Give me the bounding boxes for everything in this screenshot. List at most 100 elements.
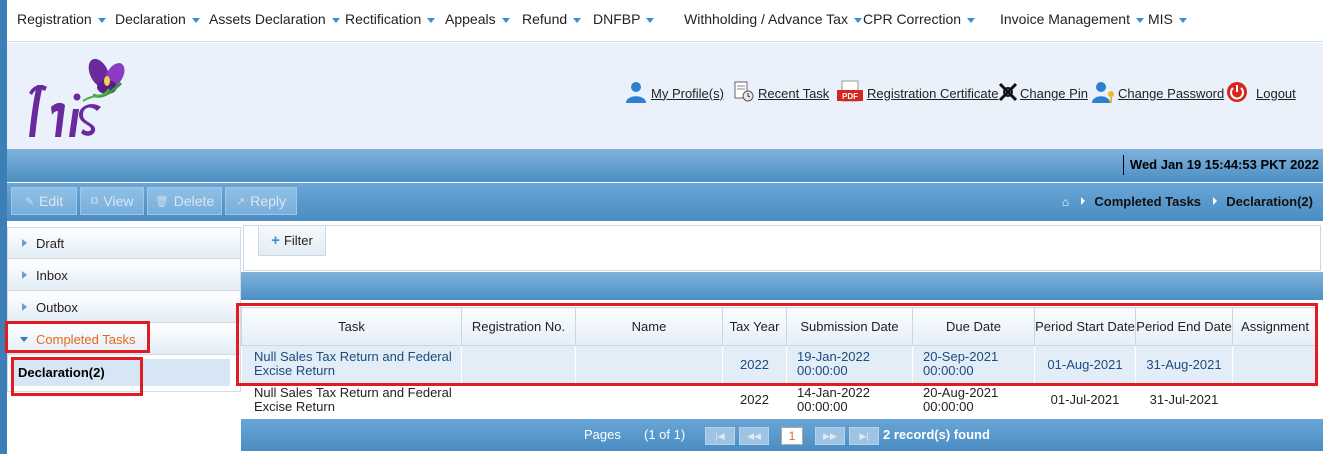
nav-declaration[interactable]: Declaration [115, 11, 200, 27]
delete-label: Delete [173, 193, 215, 209]
nav-label: MIS [1148, 11, 1173, 27]
sidebar-item-outbox[interactable]: Outbox [8, 292, 240, 323]
cell-assignment [1232, 345, 1318, 383]
plus-icon: + [271, 232, 280, 249]
chevron-down-icon [853, 17, 862, 23]
top-navigation: Registration Declaration Assets Declarat… [7, 0, 1323, 42]
change-pin-link[interactable]: Change Pin [997, 79, 1088, 107]
column-header-period-end[interactable]: Period End Date [1135, 307, 1233, 346]
nav-rectification[interactable]: Rectification [345, 11, 436, 27]
submission-date: 19-Jan-2022 [797, 349, 870, 365]
nav-label: Withholding / Advance Tax [684, 11, 848, 27]
home-icon[interactable]: ⌂ [1062, 195, 1069, 209]
column-header-submission-date[interactable]: Submission Date [786, 307, 913, 346]
cell-name [575, 345, 723, 383]
cell-assignment [1232, 382, 1318, 417]
iris-logo[interactable] [23, 53, 133, 143]
column-header-registration-no[interactable]: Registration No. [461, 307, 576, 346]
my-profile-label: My Profile(s) [651, 85, 724, 101]
date-bar: Wed Jan 19 15:44:53 PKT 2022 [7, 149, 1323, 182]
table-row[interactable]: Null Sales Tax Return and Federal Excise… [241, 345, 1318, 383]
column-header-tax-year[interactable]: Tax Year [722, 307, 787, 346]
chevron-down-icon [501, 17, 510, 23]
nav-dnfbp[interactable]: DNFBP [593, 11, 655, 27]
change-password-link[interactable]: Change Password [1091, 79, 1224, 107]
toolbar: ✎ Edit ⧉ View 🗑 Delete ↗ Reply ⌂ Completed T… [7, 183, 1323, 221]
cell-submission-date: 14-Jan-2022 00:00:00 [786, 382, 913, 417]
next-page-icon[interactable]: ▶▶ [815, 427, 845, 445]
cell-period-start: 01-Aug-2021 [1034, 345, 1136, 383]
nav-appeals[interactable]: Appeals [445, 11, 510, 27]
due-time: 00:00:00 [923, 363, 974, 379]
breadcrumb-declaration[interactable]: Declaration(2) [1226, 194, 1313, 209]
sidebar-item-draft[interactable]: Draft [8, 228, 240, 259]
cell-tax-year: 2022 [722, 345, 787, 383]
due-date: 20-Aug-2021 [923, 384, 999, 400]
chevron-right-icon [22, 239, 27, 247]
cell-submission-date: 19-Jan-2022 00:00:00 [786, 345, 913, 383]
logout-link[interactable]: Logout [1226, 79, 1296, 107]
chevron-down-icon [97, 17, 106, 23]
column-header-assignment[interactable]: Assignment [1232, 307, 1318, 346]
recent-task-link[interactable]: Recent Task [733, 79, 829, 107]
column-header-due-date[interactable]: Due Date [912, 307, 1035, 346]
nav-withholding-advance-tax[interactable]: Withholding / Advance Tax [684, 11, 862, 27]
breadcrumb-completed-tasks[interactable]: Completed Tasks [1094, 194, 1201, 209]
nav-invoice-management[interactable]: Invoice Management [1000, 11, 1144, 27]
cell-registration-no [461, 345, 576, 383]
filter-label: Filter [283, 233, 313, 248]
table-header-row: Task Registration No. Name Tax Year Subm… [241, 307, 1318, 346]
chevron-right-icon [22, 303, 27, 311]
registration-certificate-label: Registration Certificate [867, 85, 999, 101]
current-page-button[interactable]: 1 [781, 427, 803, 445]
nav-registration[interactable]: Registration [17, 11, 106, 27]
pages-label: Pages [584, 427, 621, 442]
edit-label: Edit [39, 193, 64, 209]
edit-button[interactable]: ✎ Edit [11, 187, 77, 215]
sidebar-subitem-label: Declaration(2) [18, 365, 105, 380]
cell-task[interactable]: Null Sales Tax Return and Federal Excise… [241, 382, 462, 417]
my-profile-link[interactable]: My Profile(s) [624, 79, 724, 107]
column-header-name[interactable]: Name [575, 307, 723, 346]
nav-label: Refund [522, 11, 568, 27]
reply-button[interactable]: ↗ Reply [225, 187, 297, 215]
filter-tab[interactable]: + Filter [258, 226, 326, 256]
breadcrumb-separator-icon [1080, 197, 1085, 205]
tasks-table: Task Registration No. Name Tax Year Subm… [241, 307, 1318, 417]
cell-task[interactable]: Null Sales Tax Return and Federal Excise… [241, 345, 462, 383]
nav-refund[interactable]: Refund [522, 11, 582, 27]
breadcrumb-separator-icon [1212, 197, 1217, 205]
nav-cpr-correction[interactable]: CPR Correction [863, 11, 976, 27]
sidebar-item-completed-tasks[interactable]: Completed Tasks [8, 324, 240, 355]
sidebar-item-inbox[interactable]: Inbox [8, 260, 240, 291]
submission-time: 00:00:00 [797, 363, 848, 379]
table-row[interactable]: Null Sales Tax Return and Federal Excise… [241, 382, 1318, 417]
sidebar-item-label: Inbox [36, 267, 68, 283]
nav-mis[interactable]: MIS [1148, 11, 1187, 27]
nav-label: DNFBP [593, 11, 641, 27]
prev-page-icon[interactable]: ◀◀ [739, 427, 769, 445]
last-page-icon[interactable]: ▶| [849, 427, 879, 445]
reply-icon: ↗ [235, 195, 246, 208]
sidebar-item-label: Outbox [36, 299, 78, 315]
filter-panel: + Filter [243, 225, 1321, 271]
user-icon [624, 80, 648, 107]
view-button[interactable]: ⧉ View [80, 187, 144, 215]
nav-label: Registration [17, 11, 92, 27]
left-edge-bar [0, 0, 7, 454]
delete-button[interactable]: 🗑 Delete [147, 187, 222, 215]
nav-assets-declaration[interactable]: Assets Declaration [209, 11, 340, 27]
pager: Pages (1 of 1) |◀ ◀◀ 1 ▶▶ ▶| 2 record(s)… [241, 419, 1323, 451]
sidebar-subitem-declaration[interactable]: Declaration(2) [14, 359, 230, 386]
cell-name [575, 382, 723, 417]
cell-due-date: 20-Sep-2021 00:00:00 [912, 345, 1035, 383]
cell-registration-no [461, 382, 576, 417]
registration-certificate-link[interactable]: PDF Registration Certificate [836, 79, 999, 107]
submission-time: 00:00:00 [797, 398, 848, 414]
pdf-badge-label: PDF [842, 92, 858, 101]
cell-due-date: 20-Aug-2021 00:00:00 [912, 382, 1035, 417]
first-page-icon[interactable]: |◀ [705, 427, 735, 445]
column-header-period-start[interactable]: Period Start Date [1034, 307, 1136, 346]
user-key-icon [1091, 80, 1117, 107]
column-header-task[interactable]: Task [241, 307, 462, 346]
